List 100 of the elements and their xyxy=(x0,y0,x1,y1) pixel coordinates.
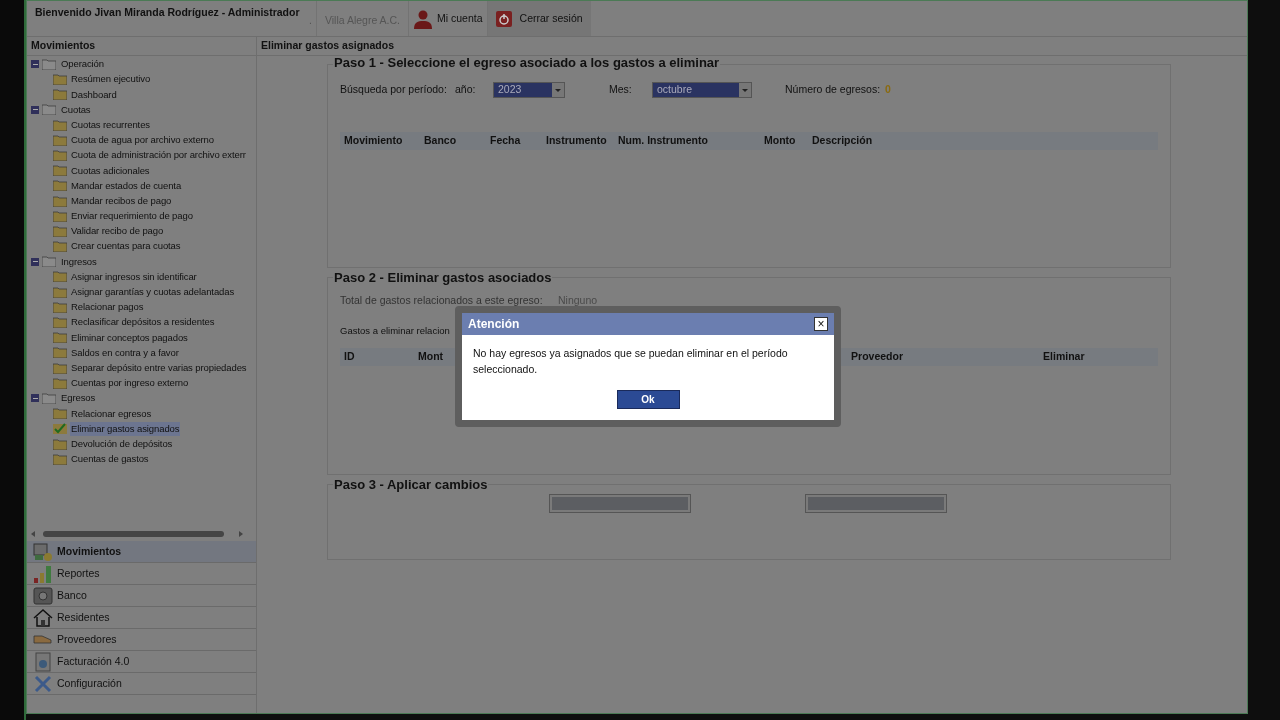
tree-item[interactable]: Eliminar gastos asignados xyxy=(70,421,181,436)
tree-item[interactable]: Mandar recibos de pago xyxy=(70,193,173,209)
column-header: Instrumento xyxy=(545,132,608,148)
field-label: Total de gastos relacionados a este egreso: xyxy=(340,292,544,308)
column-header: Movimiento xyxy=(343,132,404,148)
folder-icon xyxy=(53,225,67,237)
column-header: Num. Instrumento xyxy=(617,132,709,148)
bar-chart-icon xyxy=(33,563,53,584)
dropdown-caret-icon xyxy=(552,82,564,97)
column-header: Proveedor xyxy=(851,349,904,365)
tree-group[interactable]: Cuotas xyxy=(61,102,91,118)
column-header: Eliminar xyxy=(1043,349,1085,365)
folder-icon xyxy=(53,377,67,389)
column-header: Descripción xyxy=(811,132,873,148)
expense-count: 0 xyxy=(885,81,891,97)
nav-item[interactable]: Reportes xyxy=(27,563,256,585)
field-label: Búsqueda por período: xyxy=(340,81,448,97)
checkmark-icon xyxy=(53,423,67,435)
page-title: Eliminar gastos asignados xyxy=(257,37,1247,56)
section-title: Paso 3 - Aplicar cambios xyxy=(333,477,489,491)
nav-item[interactable]: Banco xyxy=(27,585,256,607)
tree-item[interactable]: Validar recibo de pago xyxy=(70,224,165,239)
tree-item[interactable]: Mandar estados de cuenta xyxy=(70,178,183,193)
collapse-icon[interactable] xyxy=(31,257,39,266)
ok-button[interactable]: Ok xyxy=(616,389,680,409)
folder-icon xyxy=(53,74,67,86)
dropdown-caret-icon xyxy=(739,82,751,97)
nav-item[interactable]: Movimientos xyxy=(27,541,256,563)
folder-icon xyxy=(53,241,67,253)
folder-icon xyxy=(53,180,67,192)
tree-item[interactable]: Relacionar egresos xyxy=(70,406,153,421)
column-header: Fecha xyxy=(489,132,522,148)
tree-item[interactable]: Resúmen ejecutivo xyxy=(70,72,152,87)
month-dropdown[interactable]: octubre xyxy=(652,81,752,98)
folder-icon xyxy=(53,332,67,344)
money-icon xyxy=(33,541,53,562)
nav-item[interactable]: Residentes xyxy=(27,607,256,629)
tree-item[interactable]: Cuentas por ingreso externo xyxy=(70,376,190,391)
folder-icon xyxy=(53,149,67,161)
folder-icon xyxy=(53,317,67,329)
column-header: Banco xyxy=(423,132,458,148)
house-icon xyxy=(33,607,53,628)
section-title: Paso 2 - Eliminar gastos asociados xyxy=(333,270,553,284)
tree-item[interactable]: Cuentas de gastos xyxy=(70,452,150,467)
nav-item[interactable]: Configuración xyxy=(27,673,256,695)
welcome-text: Bienvenido Jivan Miranda Rodríguez - Administrador xyxy=(34,5,301,20)
tree-item[interactable]: Cuotas recurrentes xyxy=(70,117,151,133)
tree-item[interactable]: Enviar requerimiento de pago xyxy=(70,209,194,224)
column-header: ID xyxy=(343,349,356,365)
collapse-icon[interactable] xyxy=(31,394,39,403)
nav-item[interactable]: Proveedores xyxy=(27,629,256,651)
tree-item[interactable]: Cuota de agua por archivo externo xyxy=(70,133,215,148)
folder-icon xyxy=(53,134,67,146)
folder-icon xyxy=(53,408,67,420)
folder-icon xyxy=(53,210,67,222)
collapse-icon[interactable] xyxy=(31,60,39,69)
user-icon xyxy=(413,8,434,29)
column-header: Mont xyxy=(418,349,444,365)
tree-item[interactable]: Cuotas adicionales xyxy=(70,163,151,178)
tree-group[interactable]: Egresos xyxy=(61,391,96,406)
column-header: Monto xyxy=(764,132,797,148)
folder-icon xyxy=(53,195,67,207)
folder-icon xyxy=(53,165,67,177)
safe-icon xyxy=(33,585,53,606)
folder-icon xyxy=(42,392,56,404)
field-label: Gastos a eliminar relacion xyxy=(340,323,450,338)
folder-icon xyxy=(53,89,67,101)
folder-icon xyxy=(53,286,67,298)
folder-icon xyxy=(53,119,67,131)
folder-icon xyxy=(42,104,56,116)
nav-item[interactable]: Facturación 4.0 xyxy=(27,651,256,673)
folder-icon xyxy=(53,362,67,374)
tree-item[interactable]: Devolución de depósitos xyxy=(70,436,174,452)
tree-item[interactable]: Cuota de administración por archivo exterr xyxy=(70,148,247,163)
year-dropdown[interactable]: 2023 xyxy=(493,81,565,98)
tree-item[interactable]: Asignar ingresos sin identificar xyxy=(70,269,198,285)
folder-icon xyxy=(53,347,67,359)
dialog-message: No hay egresos ya asignados que se puedan eliminar en el período seleccionado. xyxy=(472,346,789,377)
tree-item[interactable]: Eliminar conceptos pagados xyxy=(70,330,189,345)
tree-item[interactable]: Reclasificar depósitos a residentes xyxy=(70,315,216,330)
field-label: año: xyxy=(455,81,477,97)
field-label: Mes: xyxy=(609,81,633,97)
tree-group[interactable]: Ingresos xyxy=(61,254,97,269)
folder-icon xyxy=(42,58,56,70)
tree-item[interactable]: Crear cuentas para cuotas xyxy=(70,239,182,254)
folder-icon xyxy=(53,301,67,313)
tree-item[interactable]: Saldos en contra y a favor xyxy=(70,345,180,361)
logout-button[interactable]: Cerrar sesión xyxy=(486,1,591,36)
folder-icon xyxy=(53,271,67,283)
power-icon xyxy=(495,10,512,27)
folder-icon xyxy=(42,256,56,268)
tree-item[interactable]: Asignar garantías y cuotas adelantadas xyxy=(70,285,236,300)
tree-item[interactable]: Relacionar pagos xyxy=(70,300,145,315)
close-button[interactable]: × xyxy=(814,317,828,331)
tree-item[interactable]: Dashboard xyxy=(70,87,118,102)
tree-group[interactable]: Operación xyxy=(61,57,104,72)
tree-item[interactable]: Separar depósito entre varias propiedades xyxy=(70,360,248,376)
tools-icon xyxy=(33,673,53,694)
account-button[interactable]: Mi cuenta xyxy=(408,1,487,36)
collapse-icon[interactable] xyxy=(31,105,39,114)
